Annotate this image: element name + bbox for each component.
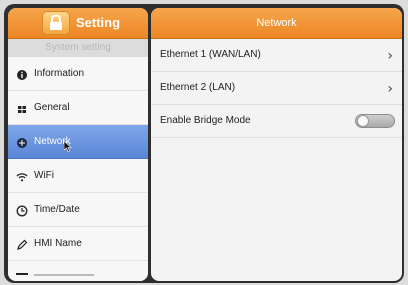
ethernet1-label: Ethernet 1 (WAN/LAN): [160, 49, 261, 60]
panel-header: Network: [151, 8, 402, 39]
sidebar-item-hmi-name[interactable]: HMI Name: [8, 227, 148, 261]
settings-sidebar: Setting System setting Information Gener…: [8, 8, 148, 281]
sidebar-item-label: HMI Name: [34, 238, 82, 249]
sidebar-item-wifi[interactable]: WiFi: [8, 159, 148, 193]
lock-icon: [42, 11, 70, 35]
sidebar-item-label: Information: [34, 68, 85, 79]
sidebar-item-information[interactable]: Information: [8, 57, 148, 91]
sidebar-item-label: Time/Date: [34, 204, 80, 215]
grid-icon: [18, 106, 26, 113]
sidebar-item-label: WiFi: [34, 170, 54, 181]
network-icon: [17, 138, 27, 148]
bridge-mode-toggle[interactable]: [355, 114, 395, 128]
wifi-icon: [16, 173, 28, 182]
partial-label-fragment: [34, 274, 94, 276]
sidebar-item-general[interactable]: General: [8, 91, 148, 125]
panel-title: Network: [256, 17, 297, 29]
section-label: System setting: [8, 39, 148, 57]
ethernet2-row[interactable]: Ethernet 2 (LAN) ›: [151, 72, 402, 105]
pen-icon: [17, 239, 28, 250]
ethernet2-label: Ethernet 2 (LAN): [160, 82, 236, 93]
cursor-icon: [64, 141, 72, 152]
partial-icon: [16, 273, 28, 275]
chevron-right-icon: ›: [387, 81, 393, 97]
ethernet1-row[interactable]: Ethernet 1 (WAN/LAN) ›: [151, 39, 402, 72]
sidebar-menu: Information General Network WiFi Time/Da…: [8, 57, 148, 281]
sidebar-header: Setting: [8, 8, 148, 39]
sidebar-item-partial[interactable]: [8, 261, 148, 281]
sidebar-item-time-date[interactable]: Time/Date: [8, 193, 148, 227]
bridge-mode-row: Enable Bridge Mode: [151, 105, 402, 138]
bridge-mode-label: Enable Bridge Mode: [160, 115, 251, 126]
info-icon: [17, 70, 27, 80]
chevron-right-icon: ›: [387, 48, 393, 64]
toggle-knob[interactable]: [357, 115, 369, 127]
sidebar-item-label: General: [34, 102, 70, 113]
network-panel: Network Ethernet 1 (WAN/LAN) › Ethernet …: [151, 8, 402, 281]
clock-icon: [16, 205, 28, 217]
sidebar-item-network[interactable]: Network: [8, 125, 148, 159]
sidebar-title: Setting: [76, 15, 121, 30]
